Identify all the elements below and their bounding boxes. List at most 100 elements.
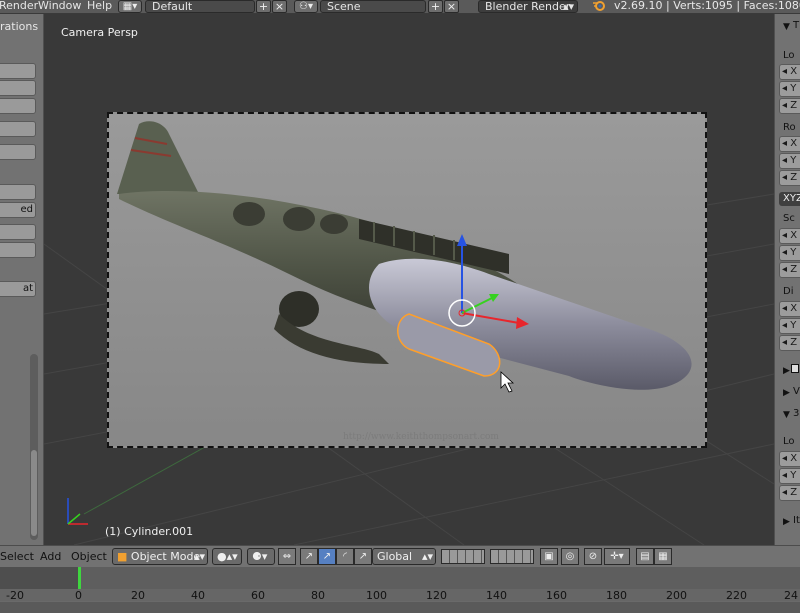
location-y-axis: Y bbox=[790, 83, 797, 94]
timeline-strip[interactable] bbox=[0, 567, 800, 589]
tool-button-9[interactable] bbox=[0, 242, 36, 258]
cursor-y-field[interactable]: ◂ Y bbox=[779, 468, 800, 484]
screen-layout-icon[interactable]: ▦▾ bbox=[118, 0, 142, 13]
render-animation-icon[interactable]: ▦ bbox=[654, 548, 672, 565]
translate-manipulator-icon[interactable]: ↗ bbox=[318, 548, 336, 565]
cursor-x-field[interactable]: ◂ X bbox=[779, 451, 800, 467]
scale-z-field[interactable]: ◂ Z bbox=[779, 262, 800, 278]
location-z-field[interactable]: ◂ Z bbox=[779, 98, 800, 114]
transform-panel-header[interactable]: T bbox=[793, 20, 799, 31]
manipulator-toggle-icon[interactable]: ⇔ bbox=[278, 548, 296, 565]
tool-button-3[interactable] bbox=[0, 98, 36, 114]
scrollbar-thumb[interactable] bbox=[31, 450, 37, 536]
location-x-field[interactable]: ◂ X bbox=[779, 64, 800, 80]
tool-shelf-title: rations bbox=[0, 20, 39, 33]
add-layout-button[interactable]: + bbox=[256, 0, 271, 13]
cursor-panel-header[interactable]: 3 bbox=[793, 408, 799, 419]
cursor-z-field[interactable]: ◂ Z bbox=[779, 485, 800, 501]
add-scene-button[interactable]: + bbox=[428, 0, 443, 13]
menu-object[interactable]: Object bbox=[71, 550, 107, 563]
rotation-z-axis: Z bbox=[790, 172, 798, 183]
rotation-mode-dropdown[interactable]: XYZ bbox=[779, 192, 800, 206]
scale-x-field[interactable]: ◂ X bbox=[779, 228, 800, 244]
proportional-edit-icon[interactable]: ◎ bbox=[561, 548, 579, 565]
lock-camera-icon[interactable]: ▣ bbox=[540, 548, 558, 565]
rotation-label: Ro bbox=[783, 122, 796, 133]
layers-group-1[interactable] bbox=[441, 549, 485, 564]
dimensions-x-field[interactable]: ◂ X bbox=[779, 301, 800, 317]
menu-add[interactable]: Add bbox=[40, 550, 61, 563]
grease-pencil-checkbox[interactable] bbox=[791, 364, 799, 373]
dimensions-z-field[interactable]: ◂ Z bbox=[779, 335, 800, 351]
render-opengl-icon[interactable]: ▤ bbox=[636, 548, 654, 565]
screen-layout-field[interactable]: Default bbox=[145, 0, 255, 13]
tool-shelf-scrollbar[interactable] bbox=[30, 354, 38, 540]
scale-label: Sc bbox=[783, 213, 795, 224]
scene-field[interactable]: Scene bbox=[320, 0, 426, 13]
pivot-point-dropdown[interactable]: ⚈▾ bbox=[247, 548, 275, 565]
viewport-shading-dropdown[interactable]: ●▴▾ bbox=[212, 548, 242, 565]
tick-label: 200 bbox=[666, 589, 687, 602]
current-frame-marker[interactable] bbox=[78, 567, 81, 589]
menu-render[interactable]: Render bbox=[0, 0, 38, 12]
object-mode-icon: ■ bbox=[117, 550, 128, 563]
timeline[interactable]: -20 0 20 40 60 80 100 120 140 160 180 20… bbox=[0, 567, 800, 613]
transform-orientation-dropdown[interactable]: Global ▴▾ bbox=[372, 548, 436, 565]
tick-label: 20 bbox=[131, 589, 145, 602]
item-panel-arrow-icon[interactable]: ▶ bbox=[783, 517, 790, 527]
camera-frame[interactable]: http://www.keiththompsonart.com bbox=[107, 112, 707, 448]
transform-orientation-label: Global bbox=[377, 550, 413, 563]
menu-window[interactable]: Window bbox=[38, 0, 81, 12]
cursor-panel-arrow-icon[interactable]: ▼ bbox=[783, 410, 790, 420]
rotation-x-field[interactable]: ◂ X bbox=[779, 136, 800, 152]
location-y-field[interactable]: ◂ Y bbox=[779, 81, 800, 97]
transform-panel-arrow-icon[interactable]: ▼ bbox=[783, 22, 790, 32]
scene-icon[interactable]: ⚇▾ bbox=[294, 0, 318, 13]
snap-element-icon[interactable]: ✛▾ bbox=[604, 548, 630, 565]
render-engine-label: Blender Render bbox=[485, 0, 571, 13]
3d-view-header: Select Add Object ■ Object Mode ▴▾ ●▴▾ ⚈… bbox=[0, 545, 800, 567]
scale-y-axis: Y bbox=[790, 247, 797, 258]
tool-button-2[interactable] bbox=[0, 80, 36, 96]
tool-button-4[interactable] bbox=[0, 121, 36, 137]
snap-toggle-icon[interactable]: ⊘ bbox=[584, 548, 602, 565]
cursor-location-label: Lo bbox=[783, 436, 795, 447]
grease-pencil-panel-arrow-icon[interactable]: ▶ bbox=[783, 366, 790, 376]
rotation-x-axis: X bbox=[790, 138, 798, 149]
tool-button-5[interactable] bbox=[0, 144, 36, 160]
scale-y-field[interactable]: ◂ Y bbox=[779, 245, 800, 261]
tick-label: 40 bbox=[191, 589, 205, 602]
tool-button-6[interactable] bbox=[0, 184, 36, 200]
layers-group-2[interactable] bbox=[490, 549, 534, 564]
tool-button-1[interactable] bbox=[0, 63, 36, 79]
item-panel-header[interactable]: It bbox=[793, 515, 800, 526]
dimensions-x-axis: X bbox=[790, 303, 798, 314]
dimensions-z-axis: Z bbox=[790, 337, 798, 348]
rotate-manipulator-icon[interactable]: ◜ bbox=[336, 548, 354, 565]
view-panel-header[interactable]: V bbox=[793, 386, 800, 397]
3d-viewport[interactable]: http://www.keiththompsonart.com Camera P… bbox=[44, 14, 774, 545]
cursor-y-axis: Y bbox=[790, 470, 797, 481]
tick-label: 60 bbox=[251, 589, 265, 602]
tick-label: 220 bbox=[726, 589, 747, 602]
scene-statistics: v2.69.10 | Verts:1095 | Faces:1080 | Tri… bbox=[614, 0, 800, 12]
dimensions-y-axis: Y bbox=[790, 320, 797, 331]
delete-scene-button[interactable]: × bbox=[444, 0, 459, 13]
tool-button-7[interactable]: ed bbox=[0, 202, 36, 218]
rotation-y-field[interactable]: ◂ Y bbox=[779, 153, 800, 169]
view-label: Camera Persp bbox=[61, 26, 138, 39]
tool-button-10[interactable]: at bbox=[0, 281, 36, 297]
delete-layout-button[interactable]: × bbox=[272, 0, 287, 13]
manipulator-hand-icon[interactable]: ↗ bbox=[300, 548, 318, 565]
menu-select[interactable]: Select bbox=[0, 550, 34, 563]
rotation-z-field[interactable]: ◂ Z bbox=[779, 170, 800, 186]
scale-z-axis: Z bbox=[790, 264, 798, 275]
rendered-airship bbox=[109, 114, 705, 446]
tool-button-8[interactable] bbox=[0, 224, 36, 240]
scale-manipulator-icon[interactable]: ↗ bbox=[354, 548, 372, 565]
render-engine-dropdown[interactable]: Blender Render ▴▾ bbox=[478, 0, 578, 13]
dimensions-y-field[interactable]: ◂ Y bbox=[779, 318, 800, 334]
view-panel-arrow-icon[interactable]: ▶ bbox=[783, 388, 790, 398]
interaction-mode-dropdown[interactable]: ■ Object Mode ▴▾ bbox=[112, 548, 208, 565]
menu-help[interactable]: Help bbox=[87, 0, 112, 12]
